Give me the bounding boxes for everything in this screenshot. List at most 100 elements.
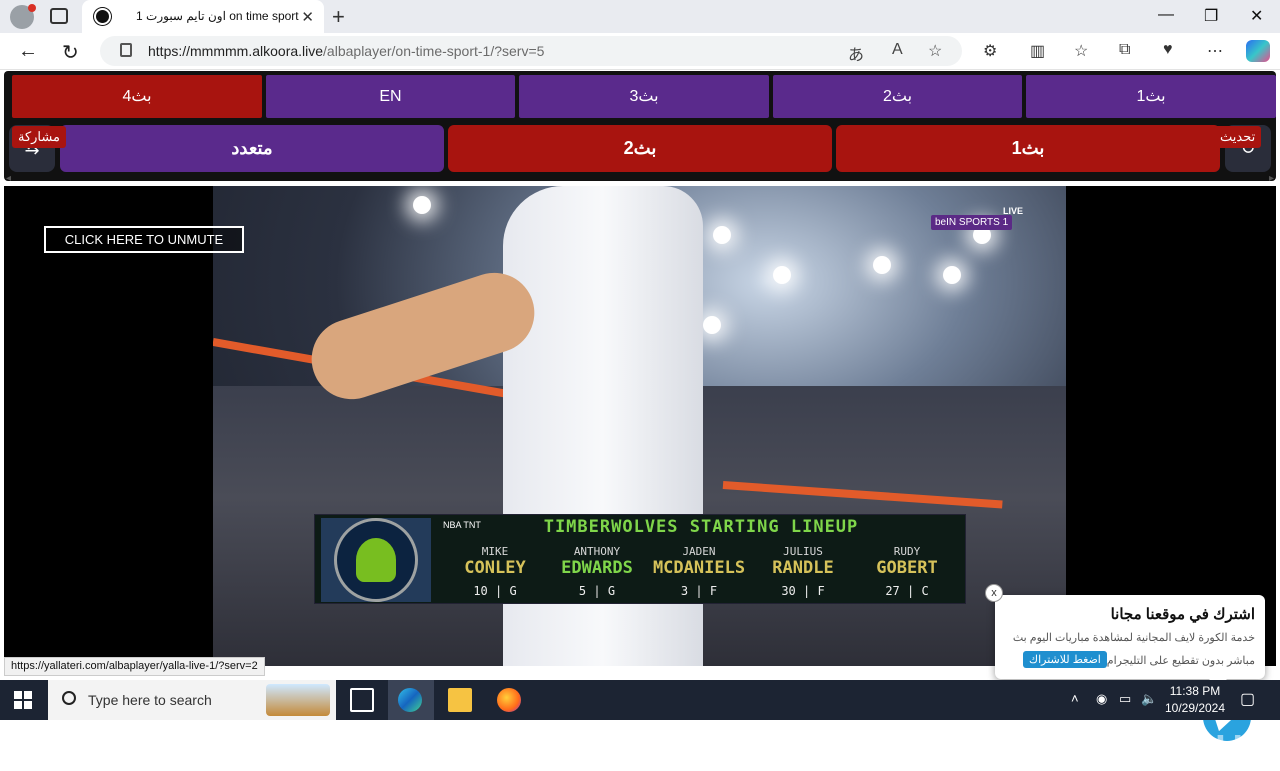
tab-actions-icon[interactable]: [50, 8, 68, 24]
window-close-icon[interactable]: ✕: [1250, 6, 1263, 26]
player-last-name: GOBERT: [876, 558, 938, 578]
search-icon: [62, 691, 76, 705]
scroll-left-icon[interactable]: ◂: [6, 173, 11, 184]
player-card: RUDY GOBERT 27 | C: [855, 545, 959, 598]
player-first-name: MIKE: [481, 545, 509, 558]
player-number: 30: [781, 584, 796, 598]
favorites-icon[interactable]: ☆: [1074, 41, 1088, 61]
popup-description: خدمة الكورة لايف المجانية لمشاهدة مباريا…: [1012, 632, 1255, 644]
channel-badge: beIN SPORTS 1: [931, 215, 1013, 230]
tab-title: اون تايم سبورت 1 on time sport: [136, 9, 299, 23]
start-pane: [14, 701, 22, 709]
firefox-icon[interactable]: [497, 688, 521, 712]
address-toolbar: ← ↻ https://mmmmm.alkoora.live/albaplaye…: [0, 33, 1280, 70]
tab-close-icon[interactable]: ✕: [301, 8, 314, 26]
browser-essentials-icon[interactable]: ♥: [1163, 41, 1173, 59]
search-highlight-image: [266, 684, 330, 716]
extensions-icon[interactable]: ⚙: [983, 41, 997, 61]
server-button-multi[interactable]: متعدد: [60, 125, 444, 172]
taskbar-search[interactable]: Type here to search: [48, 680, 336, 720]
collections-icon[interactable]: ⧉: [1119, 41, 1130, 59]
player-last-name: CONLEY: [464, 558, 526, 578]
back-arrow-icon[interactable]: ←: [18, 40, 38, 63]
video-player[interactable]: beIN SPORTS 1 LIVE NBA TNT TIMBERWOLVES …: [4, 186, 1276, 770]
player-stat: 30 | F: [781, 584, 825, 598]
copilot-icon[interactable]: [1246, 40, 1270, 62]
system-clock[interactable]: 11:38 PM 10/29/2024: [1160, 683, 1230, 717]
volume-icon[interactable]: 🔈: [1141, 691, 1157, 707]
link-status-url: https://yallateri.com/albaplayer/yalla-l…: [4, 657, 265, 676]
server-button-alt-2[interactable]: بث2: [448, 125, 832, 172]
server-button-1[interactable]: بث1: [1026, 75, 1276, 118]
live-label: LIVE: [1002, 206, 1023, 216]
player-number: 3: [680, 584, 689, 598]
popup-close-icon[interactable]: x: [985, 584, 1003, 602]
share-label[interactable]: مشاركة: [12, 126, 66, 148]
popup-title: اشترك في موقعنا مجانا: [1110, 606, 1255, 623]
minimize-icon[interactable]: —: [1158, 6, 1174, 24]
file-explorer-icon[interactable]: [448, 688, 472, 712]
lineup-graphic: NBA TNT TIMBERWOLVES STARTING LINEUP MIK…: [314, 514, 966, 604]
player-position: F: [709, 584, 718, 598]
split-screen-icon[interactable]: ▥: [1030, 41, 1045, 61]
edge-browser-icon[interactable]: [398, 688, 422, 712]
server-button-4[interactable]: بث4: [12, 75, 262, 118]
url-field[interactable]: https://mmmmm.alkoora.live/albaplayer/on…: [100, 36, 962, 66]
popup-description-2: مباشر بدون تقطيع على التليجرام: [1106, 655, 1255, 667]
server-row-1: بث4 EN بث3 بث2 بث1: [12, 75, 1276, 118]
more-menu-icon[interactable]: ⋯: [1207, 41, 1223, 61]
player-stat: 5 | G: [578, 584, 616, 598]
security-icon[interactable]: ◉: [1096, 691, 1107, 707]
refresh-label[interactable]: تحديث: [1214, 126, 1262, 148]
read-aloud-icon[interactable]: A: [892, 41, 903, 59]
profile-avatar-icon[interactable]: [10, 4, 36, 29]
server-button-en[interactable]: EN: [266, 75, 515, 118]
player-first-name: JADEN: [682, 545, 716, 558]
restore-icon[interactable]: ❐: [1204, 6, 1218, 26]
player-stat: 10 | G: [473, 584, 517, 598]
start-pane: [24, 691, 32, 699]
player-first-name: JULIUS: [783, 545, 823, 558]
lock-icon[interactable]: [120, 43, 132, 57]
page-content: بث4 EN بث3 بث2 بث1 ⇆ متعدد بث2 بث1 ↻ مشا…: [0, 70, 1280, 770]
new-tab-icon[interactable]: +: [332, 4, 345, 30]
lineup-title: TIMBERWOLVES STARTING LINEUP: [543, 517, 859, 537]
player-first-name: RUDY: [893, 545, 921, 558]
task-view-icon[interactable]: [350, 688, 374, 712]
favorite-star-icon[interactable]: ☆: [928, 41, 942, 61]
arena-light: [703, 316, 721, 334]
player-card: JULIUS RANDLE 30 | F: [751, 545, 855, 598]
subscribe-button[interactable]: اضغط للاشتراك: [1023, 651, 1107, 668]
browser-tab-active[interactable]: اون تايم سبورت 1 on time sport ✕: [82, 0, 324, 33]
unmute-button[interactable]: CLICK HERE TO UNMUTE: [44, 226, 244, 253]
arena-light: [713, 226, 731, 244]
server-button-alt-1[interactable]: بث1: [836, 125, 1220, 172]
horizontal-scrollbar[interactable]: ◂ ▸: [4, 173, 1276, 184]
start-pane: [14, 691, 22, 699]
player-last-name: RANDLE: [772, 558, 834, 578]
timberwolves-logo: [321, 518, 431, 602]
arena-light: [873, 256, 891, 274]
player-position: G: [607, 584, 616, 598]
soccer-ball-icon: [94, 8, 111, 25]
server-button-2[interactable]: بث2: [773, 75, 1022, 118]
network-icon[interactable]: ▭: [1119, 691, 1131, 707]
player-card: MIKE CONLEY 10 | G: [443, 545, 547, 598]
clock-date: 10/29/2024: [1164, 701, 1226, 715]
windows-start-icon[interactable]: [14, 691, 32, 709]
player-number: 10: [473, 584, 488, 598]
player-card: JADEN MCDANIELS 3 | F: [647, 545, 751, 598]
wolf-icon: [356, 538, 396, 582]
player-position: G: [509, 584, 517, 598]
clock-time: 11:38 PM: [1169, 684, 1221, 698]
translate-icon[interactable]: あ: [848, 41, 864, 65]
server-button-3[interactable]: بث3: [519, 75, 769, 118]
player-number: 5: [578, 584, 587, 598]
arena-light: [413, 196, 431, 214]
show-hidden-icons-icon[interactable]: ˄: [1071, 691, 1079, 706]
start-pane: [24, 701, 32, 709]
refresh-icon[interactable]: ↻: [62, 40, 79, 65]
notifications-icon[interactable]: ▢: [1240, 689, 1255, 709]
scroll-right-icon[interactable]: ▸: [1269, 173, 1274, 184]
player-position: F: [817, 584, 825, 598]
